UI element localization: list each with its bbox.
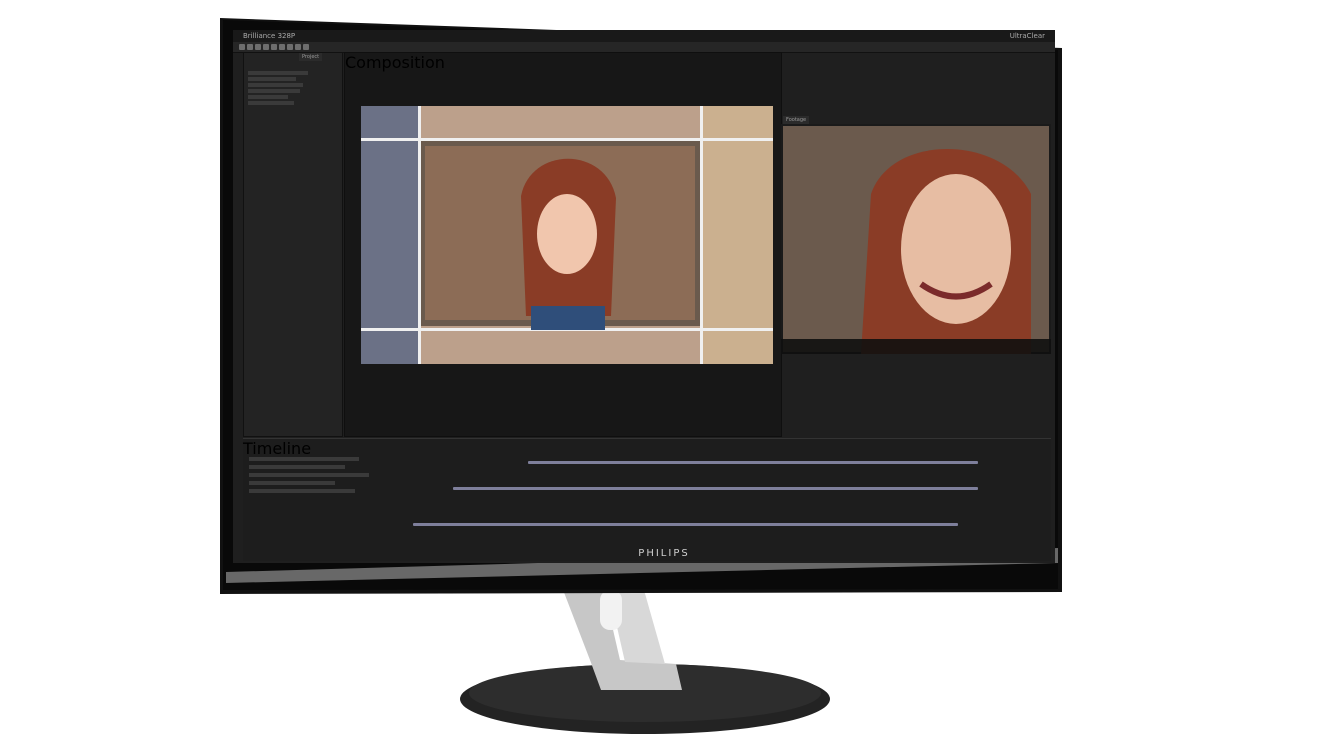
camera-tool-icon[interactable] xyxy=(271,44,277,50)
footage-face xyxy=(901,174,1011,324)
project-panel: Project xyxy=(243,52,343,437)
face-inner xyxy=(537,194,597,274)
app-title: Brilliance 328P xyxy=(243,32,296,40)
layer-row[interactable] xyxy=(249,465,345,469)
zoom-tool-icon[interactable] xyxy=(255,44,261,50)
project-row[interactable] xyxy=(248,101,294,105)
project-row[interactable] xyxy=(248,71,308,75)
project-row[interactable] xyxy=(248,89,300,93)
screen: Brilliance 328P UltraClear Project Compo… xyxy=(233,30,1055,563)
composition-viewer: Composition xyxy=(344,52,782,437)
footage-controls xyxy=(781,339,1051,354)
timeline-track[interactable] xyxy=(413,523,958,526)
footage-tab[interactable]: Footage xyxy=(783,116,810,124)
shirt xyxy=(531,306,605,330)
project-row[interactable] xyxy=(248,83,303,87)
layer-row[interactable] xyxy=(249,473,369,477)
frame-line xyxy=(361,138,773,141)
mask-tool-icon[interactable] xyxy=(287,44,293,50)
right-panel xyxy=(701,106,773,364)
select-tool-icon[interactable] xyxy=(239,44,245,50)
timeline-panel: Timeline xyxy=(243,438,1051,561)
project-row[interactable] xyxy=(248,77,296,81)
stand-cutout xyxy=(600,590,622,630)
pen-tool-icon[interactable] xyxy=(295,44,301,50)
timeline-track[interactable] xyxy=(528,461,978,464)
pan-tool-icon[interactable] xyxy=(279,44,285,50)
hand-tool-icon[interactable] xyxy=(247,44,253,50)
timeline-tab[interactable]: Timeline xyxy=(243,439,1051,458)
monitor: Brilliance 328P UltraClear Project Compo… xyxy=(0,0,1328,747)
project-tab[interactable]: Project xyxy=(299,53,323,61)
rotate-tool-icon[interactable] xyxy=(263,44,269,50)
layer-row[interactable] xyxy=(249,489,355,493)
frame-line xyxy=(418,106,421,364)
project-row[interactable] xyxy=(248,95,288,99)
footage-viewer xyxy=(781,124,1051,354)
composition-canvas xyxy=(361,106,773,364)
brand-logo: PHILIPS xyxy=(638,548,690,559)
layer-row[interactable] xyxy=(249,481,335,485)
frame-line xyxy=(700,106,703,364)
timeline-track[interactable] xyxy=(453,487,978,490)
layer-row[interactable] xyxy=(249,457,359,461)
type-tool-icon[interactable] xyxy=(303,44,309,50)
app-titlebar: Brilliance 328P UltraClear xyxy=(233,30,1055,42)
corner-label: UltraClear xyxy=(1009,32,1045,40)
left-panel xyxy=(361,106,419,364)
composition-tab[interactable]: Composition xyxy=(345,53,781,72)
